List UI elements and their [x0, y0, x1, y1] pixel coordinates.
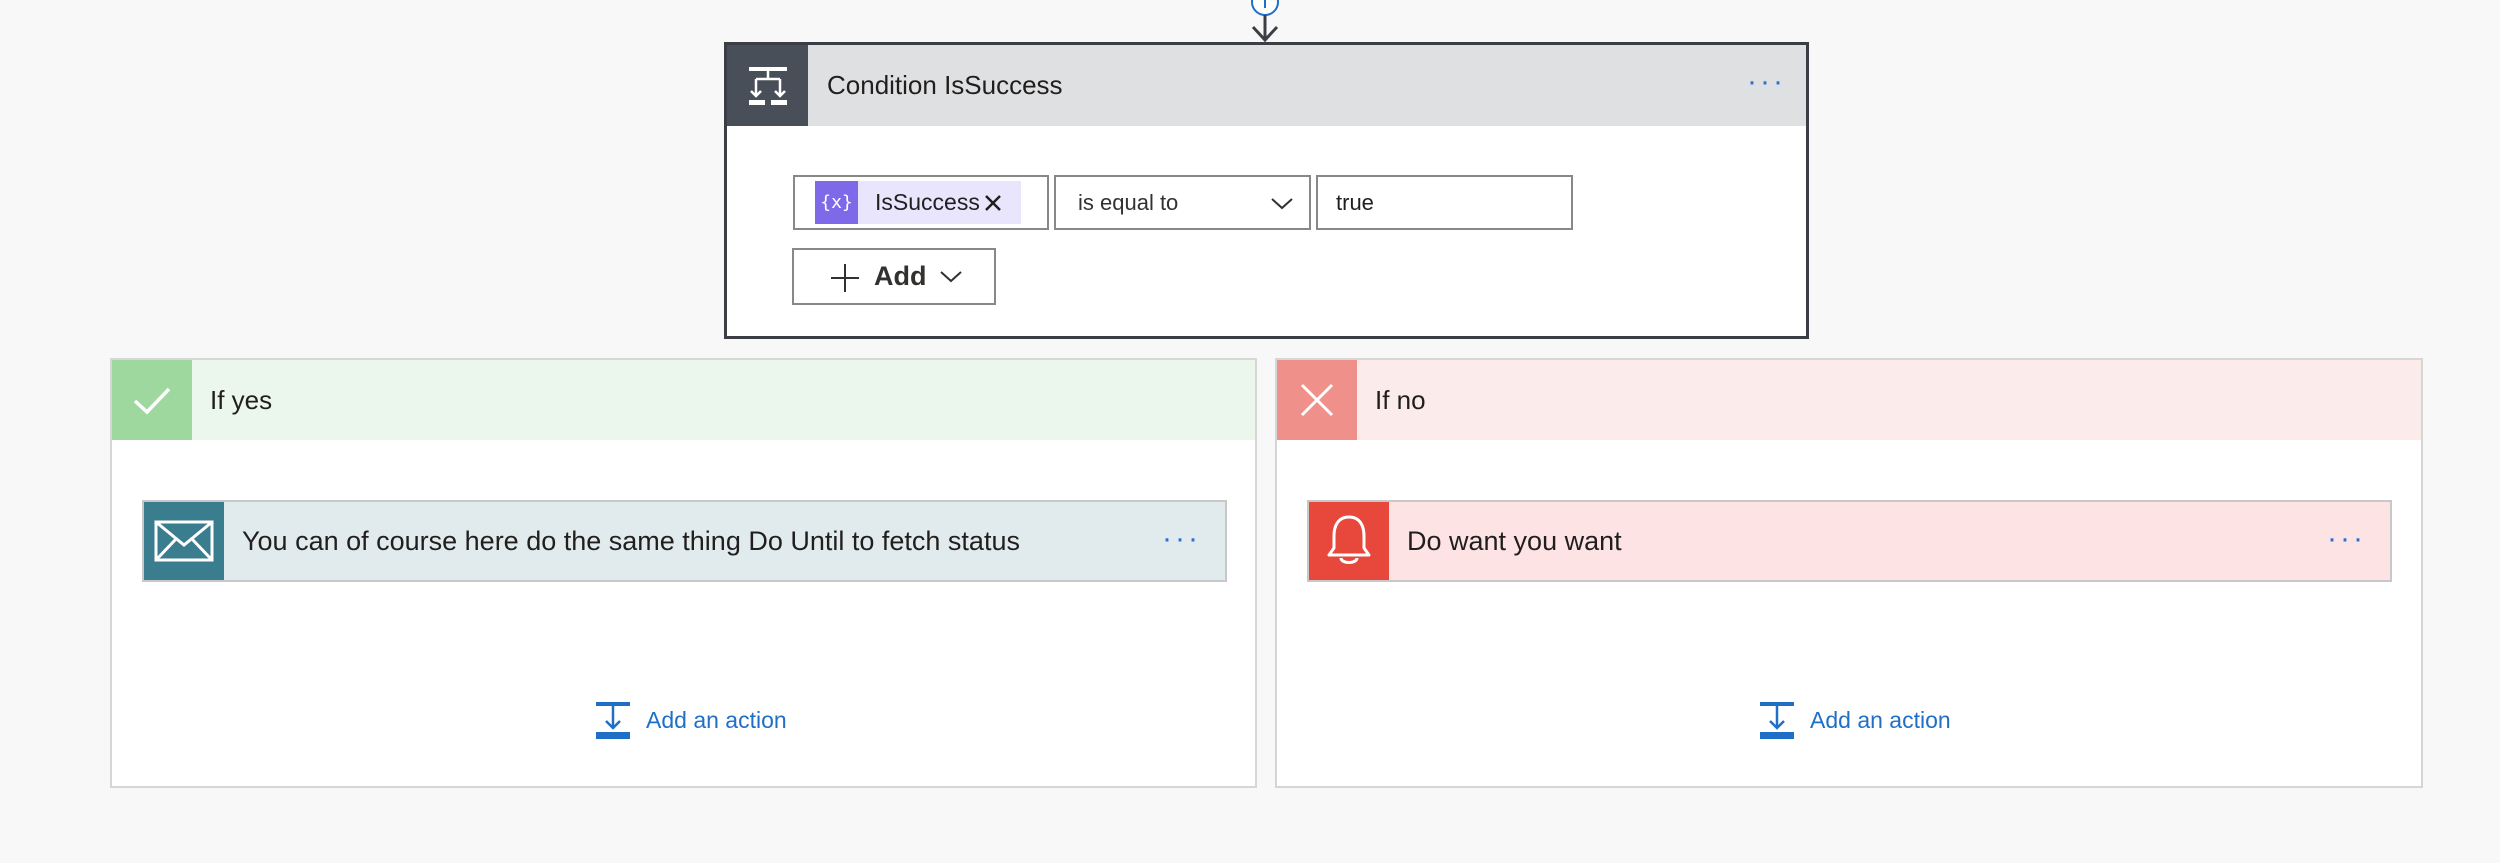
notification-action-card[interactable]: Do want you want ··· [1307, 500, 2392, 582]
remove-token-icon[interactable] [983, 193, 1003, 213]
condition-icon [727, 45, 808, 126]
yes-branch: If yes You can of course here do the sam… [110, 358, 1257, 788]
no-branch: If no Do want you want ··· Add an action [1275, 358, 2423, 788]
action-more-button[interactable]: ··· [2327, 524, 2366, 554]
add-condition-label: Add [874, 261, 927, 291]
check-icon [112, 360, 192, 440]
yes-branch-header[interactable]: If yes [112, 360, 1255, 440]
add-action-label: Add an action [646, 706, 787, 733]
action-title: You can of course here do the same thing… [242, 526, 1020, 556]
no-branch-header[interactable]: If no [1277, 360, 2421, 440]
no-branch-label: If no [1375, 385, 1426, 415]
yes-branch-label: If yes [210, 385, 273, 415]
add-action-icon [596, 702, 630, 739]
action-more-button[interactable]: ··· [1162, 524, 1201, 554]
chevron-down-icon [1271, 198, 1293, 210]
variable-icon: {x} [815, 181, 858, 224]
chevron-down-icon [940, 271, 962, 283]
condition-more-button[interactable]: ··· [1747, 67, 1786, 97]
add-action-button[interactable]: Add an action [1758, 700, 1951, 740]
condition-left-operand[interactable]: {x} IsSuccess [793, 175, 1049, 230]
condition-header[interactable]: Condition IsSuccess ··· [727, 45, 1806, 126]
bell-icon [1309, 502, 1389, 580]
mail-icon [144, 502, 224, 580]
add-action-icon [1760, 702, 1794, 739]
operator-dropdown[interactable]: is equal to [1054, 175, 1311, 230]
condition-right-operand[interactable]: true [1316, 175, 1573, 230]
add-action-label: Add an action [1810, 706, 1951, 733]
condition-value: true [1336, 190, 1374, 215]
connector-arrow-icon [1251, 0, 1279, 43]
send-email-action-card[interactable]: You can of course here do the same thing… [142, 500, 1227, 582]
action-title: Do want you want [1407, 526, 1622, 556]
x-icon [1277, 360, 1357, 440]
add-condition-button[interactable]: Add [792, 248, 996, 305]
plus-icon [831, 264, 859, 292]
add-action-button[interactable]: Add an action [594, 700, 787, 740]
condition-card[interactable]: Condition IsSuccess ··· {x} IsSuccess is… [724, 42, 1809, 339]
variable-token[interactable]: {x} IsSuccess [815, 181, 1021, 224]
operator-value: is equal to [1078, 190, 1179, 215]
variable-token-label: IsSuccess [875, 189, 980, 215]
condition-title: Condition IsSuccess [827, 70, 1063, 100]
